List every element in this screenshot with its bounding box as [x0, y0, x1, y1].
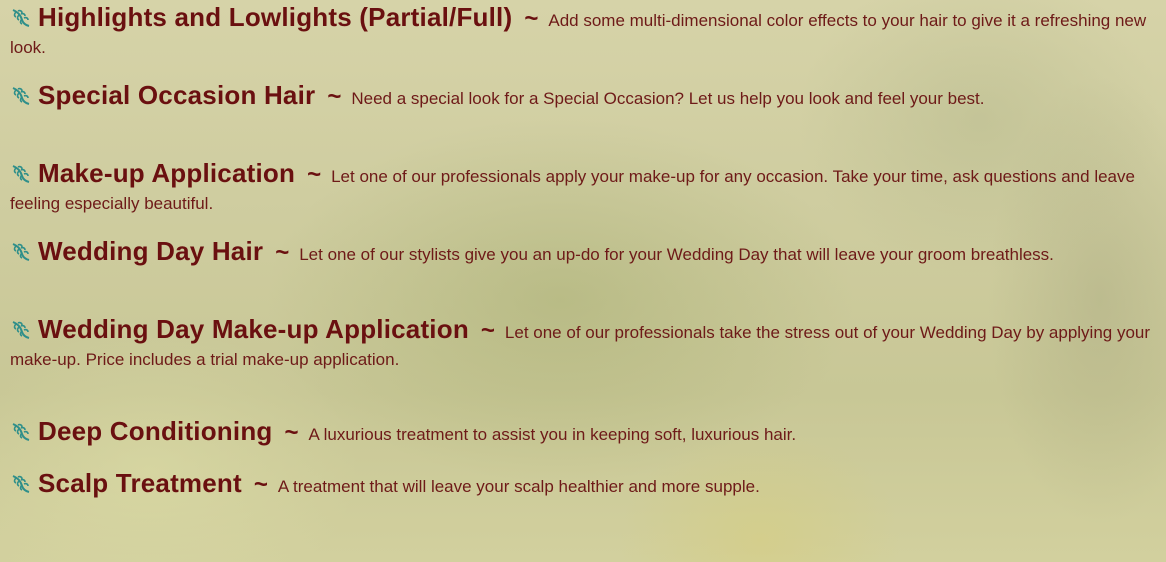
service-description: Need a special look for a Special Occasi…: [351, 89, 985, 108]
separator: ~: [480, 317, 495, 344]
service-item-special-occasion-hair: Special Occasion Hair ~ Need a special loo…: [10, 82, 1160, 113]
flower-bullet-icon: [12, 165, 30, 183]
service-name: Special Occasion Hair: [38, 80, 316, 110]
service-name: Highlights and Lowlights (Partial/Full): [38, 2, 513, 32]
flower-bullet-icon: [12, 243, 30, 261]
flower-bullet-icon: [12, 87, 30, 105]
service-description: A treatment that will leave your scalp h…: [277, 477, 760, 496]
service-item-deep-conditioning: Deep Conditioning ~ A luxurious treatment …: [10, 418, 1160, 449]
service-name: Scalp Treatment: [38, 468, 242, 498]
flower-bullet-icon: [12, 423, 30, 441]
service-item-scalp-treatment: Scalp Treatment ~ A treatment that will le…: [10, 470, 1160, 501]
separator: ~: [524, 5, 539, 32]
service-item-wedding-day-makeup: Wedding Day Make-up Application ~ Let one …: [10, 316, 1160, 374]
separator: ~: [275, 239, 290, 266]
separator: ~: [307, 161, 322, 188]
service-item-makeup-application: Make-up Application ~ Let one of our profe…: [10, 160, 1160, 218]
service-name: Wedding Day Make-up Application: [38, 314, 469, 344]
flower-bullet-icon: [12, 475, 30, 493]
flower-bullet-icon: [12, 321, 30, 339]
service-description: Let one of our stylists give you an up-d…: [299, 245, 1054, 264]
service-name: Wedding Day Hair: [38, 236, 264, 266]
flower-bullet-icon: [12, 9, 30, 27]
service-description: A luxurious treatment to assist you in k…: [308, 425, 797, 444]
service-item-highlights: Highlights and Lowlights (Partial/Full) ~…: [10, 4, 1160, 62]
service-name: Make-up Application: [38, 158, 296, 188]
separator: ~: [327, 83, 342, 110]
service-item-wedding-day-hair: Wedding Day Hair ~ Let one of our stylists…: [10, 238, 1160, 269]
separator: ~: [253, 471, 268, 498]
service-name: Deep Conditioning: [38, 416, 273, 446]
separator: ~: [284, 419, 299, 446]
